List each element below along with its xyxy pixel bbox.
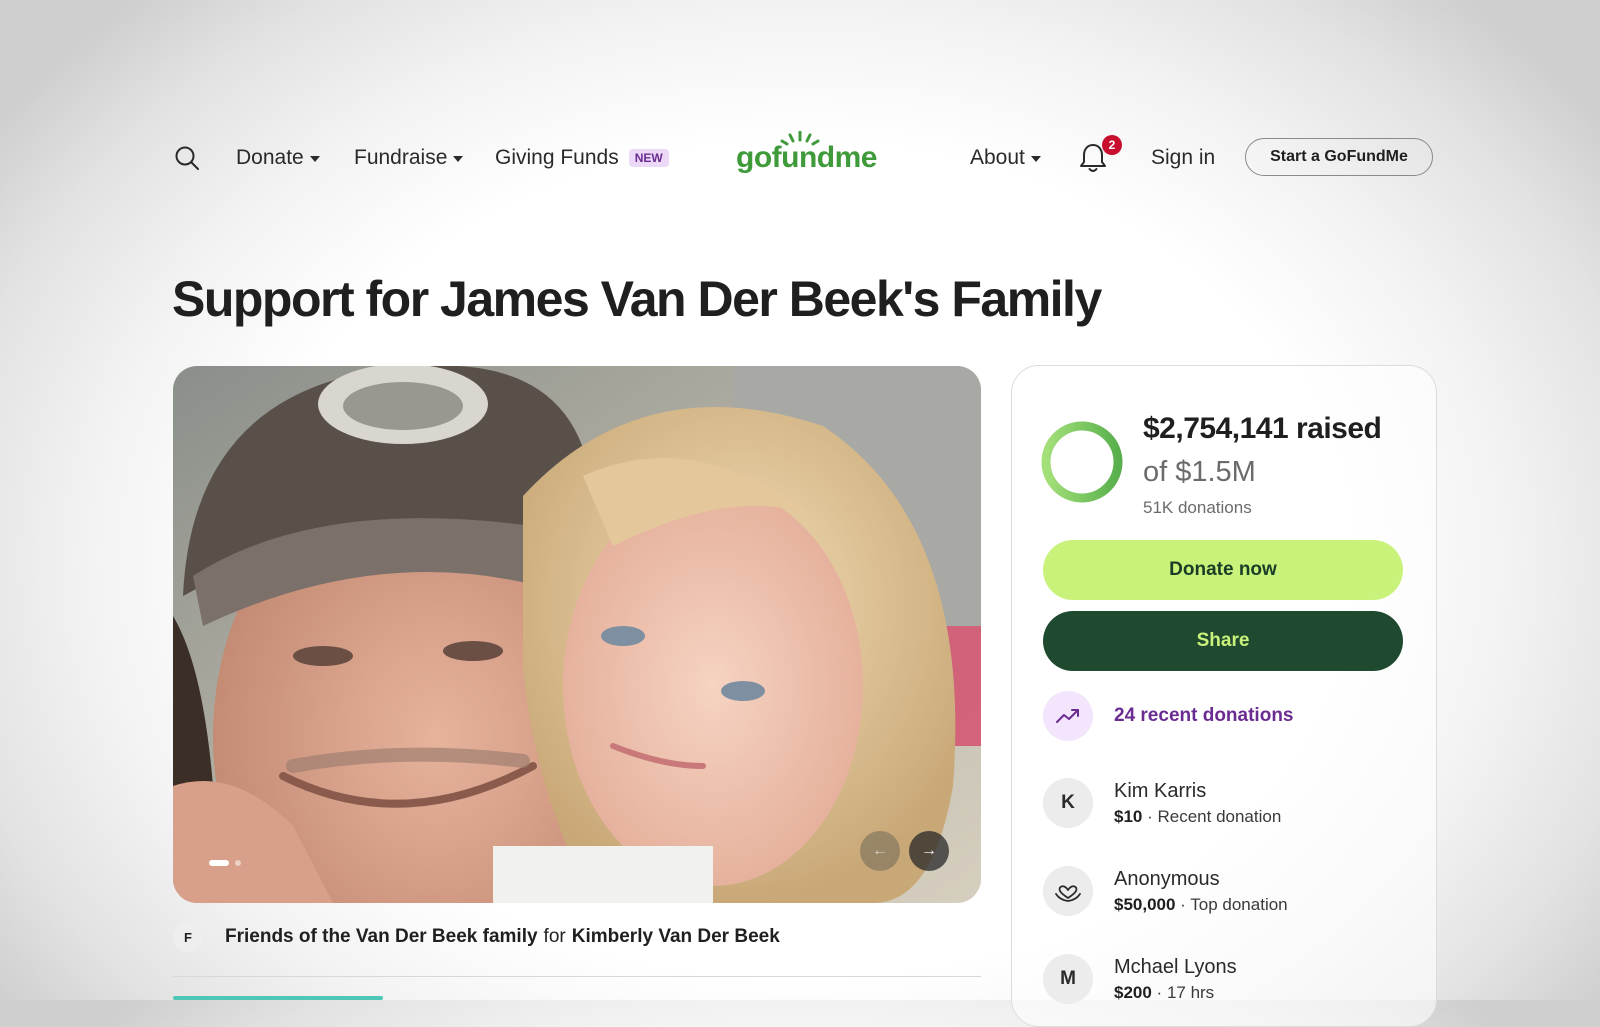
donation-card: $2,754,141 raised of $1.5M 51K donations… (1011, 365, 1437, 1027)
donate-now-button[interactable]: Donate now (1043, 540, 1403, 600)
arrow-right-icon: → (921, 842, 937, 859)
donor-name: Anonymous (1114, 867, 1220, 890)
search-icon (175, 146, 199, 170)
donor-avatar (1043, 866, 1093, 916)
beneficiary-name[interactable]: Kimberly Van Der Beek (572, 926, 780, 948)
sunrise-logo-icon (780, 131, 820, 146)
trend-icon-wrapper (1043, 691, 1093, 741)
donation-amount: $10 (1114, 806, 1143, 826)
donation-note: 17 hrs (1166, 982, 1215, 1002)
caret-down-icon (1030, 156, 1041, 162)
caret-down-icon (453, 156, 464, 162)
fundraise-menu[interactable]: Fundraise (354, 130, 464, 186)
campaign-photo-carousel[interactable]: ← → (173, 366, 981, 903)
top-navigation: Donate Fundraise Giving Funds NEW gofund… (174, 130, 1434, 186)
notification-count-badge: 2 (1102, 135, 1122, 155)
gofundme-logo[interactable]: gofundme (736, 130, 877, 186)
notifications-button[interactable]: 2 (1078, 135, 1122, 176)
search-button[interactable] (174, 130, 200, 186)
amount-raised: $2,754,141 raised (1143, 412, 1382, 445)
donations-count: 51K donations (1143, 498, 1252, 517)
recent-donations-link[interactable]: 24 recent donations (1043, 691, 1294, 741)
donation-note: Top donation (1190, 894, 1288, 914)
organizer-for-text: for (543, 926, 566, 947)
donation-note: Recent donation (1157, 806, 1282, 826)
donation-amount: $200 (1114, 982, 1152, 1002)
donation-item: K Kim Karris $10 · Recent donation (1043, 778, 1281, 828)
donation-detail: $10 · Recent donation (1114, 806, 1282, 826)
donation-item: Anonymous $50,000 · Top donation (1043, 866, 1288, 916)
carousel-dot[interactable] (235, 860, 241, 866)
progress-ring (1041, 421, 1123, 503)
donor-avatar: K (1043, 778, 1093, 828)
donation-item: M Mchael Lyons $200 · 17 hrs (1043, 954, 1237, 1004)
new-badge: NEW (628, 149, 669, 167)
about-menu-label: About (970, 146, 1025, 169)
giving-funds-label: Giving Funds (495, 146, 619, 169)
share-button[interactable]: Share (1043, 611, 1403, 671)
trending-up-icon (1056, 709, 1079, 723)
donor-name: Kim Karris (1114, 779, 1207, 802)
donation-amount: $50,000 (1114, 894, 1176, 914)
donate-menu-label: Donate (236, 146, 304, 169)
caret-down-icon (309, 156, 320, 162)
next-photo-button[interactable]: → (909, 831, 949, 871)
recent-donations-label: 24 recent donations (1114, 705, 1294, 726)
campaign-title: Support for James Van Der Beek's Family (172, 271, 1102, 327)
arrow-left-icon: ← (872, 842, 888, 859)
organizer-avatar: F (173, 922, 203, 952)
start-gofundme-button[interactable]: Start a GoFundMe (1245, 138, 1433, 176)
giving-funds-link[interactable]: Giving Funds NEW (495, 130, 669, 186)
donor-avatar: M (1043, 954, 1093, 1004)
sign-in-link[interactable]: Sign in (1151, 130, 1215, 186)
donate-menu[interactable]: Donate (236, 130, 320, 186)
organizer-line: F Friends of the Van Der Beek family for… (173, 922, 780, 952)
previous-photo-button[interactable]: ← (860, 831, 900, 871)
heart-hand-icon (1055, 885, 1081, 902)
divider (173, 976, 981, 977)
sign-in-label: Sign in (1151, 146, 1216, 169)
section-tab-indicator (173, 996, 383, 1000)
carousel-pagination (209, 860, 241, 866)
donor-name: Mchael Lyons (1114, 955, 1237, 978)
fundraise-menu-label: Fundraise (354, 146, 448, 169)
donation-detail: $50,000 · Top donation (1114, 894, 1288, 914)
campaign-photo (173, 366, 981, 903)
carousel-dot-active[interactable] (209, 860, 229, 866)
about-menu[interactable]: About (970, 130, 1041, 186)
organizer-name[interactable]: Friends of the Van Der Beek family (225, 926, 538, 948)
goal-amount: of $1.5M (1143, 456, 1256, 488)
